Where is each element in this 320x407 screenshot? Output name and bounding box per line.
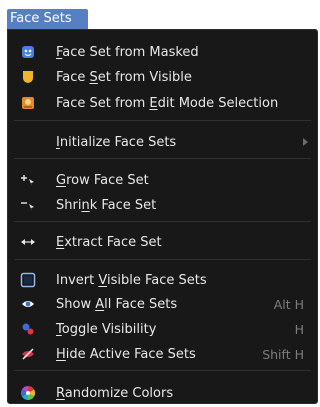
menu-separator xyxy=(14,221,311,222)
menu-item-label: Randomize Colors xyxy=(56,385,174,401)
shield-icon xyxy=(20,69,36,85)
menu-item-label: Face Set from Masked xyxy=(56,44,199,60)
menu-item-label: Invert Visible Face Sets xyxy=(56,272,207,288)
menu-item-label: Initialize Face Sets xyxy=(56,134,177,150)
menu-item-label: Show All Face Sets xyxy=(56,296,178,312)
menu-item-invert-visible-face-sets[interactable]: Invert Visible Face Sets xyxy=(8,268,317,292)
menu-item-hide-active-face-sets[interactable]: Hide Active Face Sets Shift H xyxy=(8,342,317,366)
extract-icon xyxy=(20,234,36,250)
menu-separator xyxy=(14,370,311,371)
face-mask-icon xyxy=(20,44,36,60)
menu-separator xyxy=(14,158,311,159)
shortcut-text: Alt H xyxy=(273,296,304,312)
menu-item-show-all-face-sets[interactable]: Show All Face Sets Alt H xyxy=(8,292,317,316)
menu-item-label: Face Set from Edit Mode Selection xyxy=(56,95,279,111)
menu-item-label: Face Set from Visible xyxy=(56,69,192,85)
menu-item-face-set-from-masked[interactable]: Face Set from Masked xyxy=(8,40,317,64)
menu-item-randomize-colors[interactable]: Randomize Colors xyxy=(8,381,317,405)
menu-item-shrink-face-set[interactable]: Shrink Face Set xyxy=(8,193,317,217)
invert-icon xyxy=(20,272,36,288)
menu-separator xyxy=(14,259,311,260)
toggle-visibility-icon xyxy=(20,321,36,337)
menu-item-label: Shrink Face Set xyxy=(56,197,157,213)
menu-item-label: Toggle Visibility xyxy=(56,321,157,337)
menu-item-extract-face-set[interactable]: Extract Face Set xyxy=(8,230,317,254)
color-wheel-icon xyxy=(20,385,36,401)
hide-icon xyxy=(20,346,36,362)
shortcut-text: Shift H xyxy=(262,346,304,362)
menu-item-toggle-visibility[interactable]: Toggle Visibility H xyxy=(8,317,317,341)
shortcut-text: H xyxy=(294,321,304,337)
menu-tab-face-sets[interactable]: Face Sets xyxy=(7,9,88,29)
menu-item-label: Extract Face Set xyxy=(56,234,162,250)
menu-item-face-set-from-edit-mode-selection[interactable]: Face Set from Edit Mode Selection xyxy=(8,91,317,115)
menu-item-initialize-face-sets[interactable]: Initialize Face Sets xyxy=(8,130,317,154)
grow-icon xyxy=(20,172,36,188)
menu-tab-label: Face Sets xyxy=(10,11,72,26)
submenu-arrow-icon xyxy=(303,138,308,146)
eye-icon xyxy=(20,296,36,312)
edit-selection-icon xyxy=(20,95,36,111)
menu-separator xyxy=(14,120,311,121)
shrink-icon xyxy=(20,197,36,213)
menu-item-label: Grow Face Set xyxy=(56,172,149,188)
menu-item-face-set-from-visible[interactable]: Face Set from Visible xyxy=(8,65,317,89)
menu-item-grow-face-set[interactable]: Grow Face Set xyxy=(8,168,317,192)
menu-item-label: Hide Active Face Sets xyxy=(56,346,196,362)
face-sets-menu: Face Set from Masked Face Set from Visib… xyxy=(7,29,318,404)
